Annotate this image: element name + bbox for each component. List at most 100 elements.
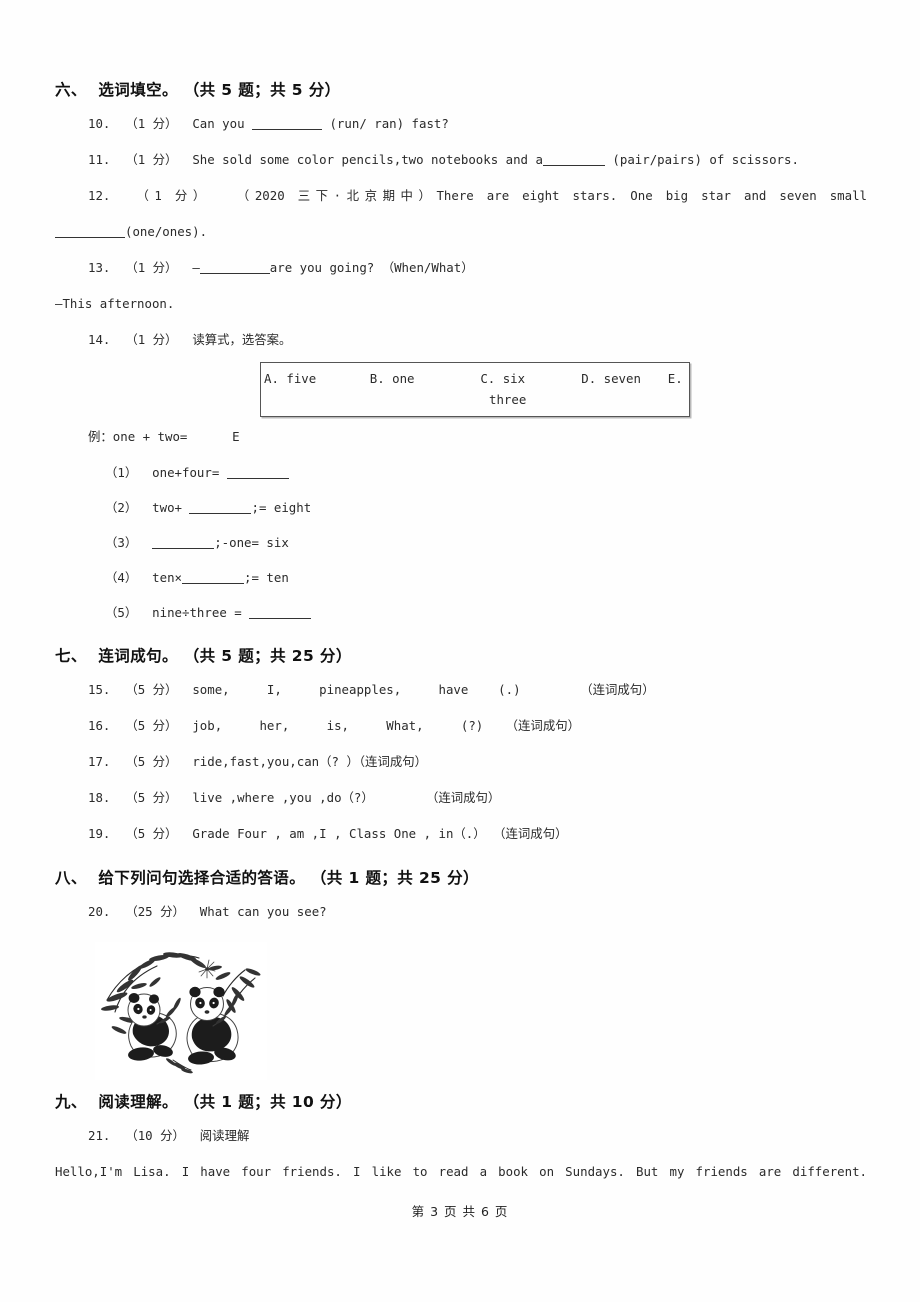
question-13-text-after: are you going? （When/What） xyxy=(269,260,474,275)
question-12-points: （1 分） xyxy=(136,188,211,203)
question-19-number: 19. xyxy=(88,826,111,841)
answer-blank[interactable] xyxy=(189,500,252,514)
question-12-line2-text: (one/ones). xyxy=(125,224,208,239)
question-17-number: 17. xyxy=(88,754,111,769)
subquestion-1-label: （1） xyxy=(105,465,138,480)
option-b[interactable]: B. one xyxy=(370,368,481,389)
question-14: 14. （1 分） 读算式，选答案。 xyxy=(55,322,867,358)
question-17: 17. （5 分） ride,fast,you,can（? ）（连词成句） xyxy=(55,744,867,780)
question-12-number: 12. xyxy=(88,188,111,203)
question-13-points: （1 分） xyxy=(125,260,178,275)
question-21-points: （10 分） xyxy=(125,1128,185,1143)
option-d[interactable]: D. seven xyxy=(581,368,668,389)
section-heading-seven: 七、 连词成句。 （共 5 题；共 25 分） xyxy=(55,647,352,665)
subquestion-2-before: two+ xyxy=(144,500,190,515)
question-20-points: （25 分） xyxy=(125,904,185,919)
option-a[interactable]: A. five xyxy=(264,368,370,389)
question-20-number: 20. xyxy=(88,904,111,919)
question-13: 13. （1 分） — are you going? （When/What） xyxy=(55,250,867,286)
reading-passage: Hello,I'm Lisa. I have four friends. I l… xyxy=(55,1164,867,1179)
subquestion-5-label: （5） xyxy=(105,605,138,620)
question-19-points: （5 分） xyxy=(125,826,178,841)
subquestion-3-label: （3） xyxy=(105,535,138,550)
question-18: 18. （5 分） live ,where ,you ,do（?） （连词成句） xyxy=(55,780,867,816)
question-11-text-after: (pair/pairs) of scissors. xyxy=(604,152,799,167)
question-10-text-after: (run/ ran) fast? xyxy=(322,116,449,131)
question-12-tag: （2020 三下·北京期中） xyxy=(236,188,437,203)
subquestion-4-after: ;= ten xyxy=(244,570,289,585)
question-11-points: （1 分） xyxy=(125,152,178,167)
question-14-number: 14. xyxy=(88,332,111,347)
question-16-points: （5 分） xyxy=(125,718,178,733)
page-content: 六、 选词填空。 （共 5 题；共 5 分） 10. （1 分） Can you… xyxy=(55,78,867,1190)
question-14-points: （1 分） xyxy=(125,332,178,347)
answer-blank[interactable] xyxy=(252,116,323,130)
question-13-dash: — xyxy=(192,260,200,275)
question-18-words: live ,where ,you ,do（?） xyxy=(192,790,374,805)
question-17-instruction: （连词成句） xyxy=(358,754,428,769)
subquestion-2-label: （2） xyxy=(105,500,138,515)
panda-bamboo-drawing xyxy=(95,942,267,1080)
question-12-line2: (one/ones). xyxy=(55,214,867,250)
question-21: 21. （10 分） 阅读理解 xyxy=(55,1118,867,1154)
option-c[interactable]: C. six xyxy=(480,368,581,389)
page-footer: 第 3 页 共 6 页 xyxy=(411,1204,509,1219)
question-15-number: 15. xyxy=(88,682,111,697)
options-row-2: three xyxy=(489,392,527,407)
subquestion-2: （2） two+ ;= eight xyxy=(55,490,867,525)
question-21-number: 21. xyxy=(88,1128,111,1143)
subquestion-3: （3） ;-one= six xyxy=(55,525,867,560)
question-10-number: 10. xyxy=(88,116,111,131)
subquestion-5: （5） nine÷three = xyxy=(55,595,867,630)
subquestion-1-before: one+four= xyxy=(144,465,227,480)
answer-blank[interactable] xyxy=(182,570,245,584)
question-18-points: （5 分） xyxy=(125,790,178,805)
answer-blank[interactable] xyxy=(199,260,270,274)
option-e[interactable]: E. xyxy=(668,368,687,389)
question-15: 15. （5 分） some, I, pineapples, have (.) … xyxy=(55,672,867,708)
question-13-answer-line: —This afternoon. xyxy=(55,296,175,311)
subquestion-3-before xyxy=(145,535,152,550)
answer-blank[interactable] xyxy=(249,605,312,619)
question-16-number: 16. xyxy=(88,718,111,733)
answer-blank[interactable] xyxy=(152,535,215,549)
question-20-text: What can you see? xyxy=(199,904,327,919)
section-heading-nine: 九、 阅读理解。 （共 1 题；共 10 分） xyxy=(55,1093,352,1111)
question-18-instruction: （连词成句） xyxy=(425,790,501,805)
exam-page: 六、 选词填空。 （共 5 题；共 5 分） 10. （1 分） Can you… xyxy=(0,0,920,1302)
subquestion-4-label: （4） xyxy=(105,570,138,585)
question-11-text-before: She sold some color pencils,two notebook… xyxy=(192,152,543,167)
question-16: 16. （5 分） job, her, is, What, (?) （连词成句） xyxy=(55,708,867,744)
question-10: 10. （1 分） Can you (run/ ran) fast? xyxy=(55,106,867,142)
question-19: 19. （5 分） Grade Four , am ,I , Class One… xyxy=(55,816,867,852)
question-12-line1: There are eight stars. One big star and … xyxy=(436,188,868,203)
subquestion-3-after: ;-one= six xyxy=(214,535,289,550)
question-10-points: （1 分） xyxy=(125,116,178,131)
question-21-text: 阅读理解 xyxy=(199,1128,250,1143)
question-19-instruction: （连词成句） xyxy=(493,826,568,841)
question-20: 20. （25 分） What can you see? xyxy=(55,894,867,930)
panda-illustration xyxy=(95,942,267,1080)
options-row-1: A. five B. one C. six D. seven E. xyxy=(264,368,687,389)
section-heading-six: 六、 选词填空。 （共 5 题；共 5 分） xyxy=(55,81,341,99)
question-14-example: 例：one + two= E xyxy=(88,429,240,444)
question-13-number: 13. xyxy=(88,260,111,275)
options-box: A. five B. one C. six D. seven E. three xyxy=(260,362,690,417)
question-18-number: 18. xyxy=(88,790,111,805)
question-10-text-before: Can you xyxy=(192,116,253,131)
question-15-instruction: （连词成句） xyxy=(580,682,655,697)
subquestion-2-after: ;= eight xyxy=(251,500,312,515)
question-11-number: 11. xyxy=(88,152,111,167)
question-16-words: job, her, is, What, (?) xyxy=(192,718,484,733)
subquestion-5-before: nine÷three = xyxy=(144,605,250,620)
answer-blank[interactable] xyxy=(55,224,125,238)
question-17-points: （5 分） xyxy=(125,754,178,769)
answer-blank[interactable] xyxy=(226,465,289,479)
question-15-points: （5 分） xyxy=(125,682,178,697)
answer-blank[interactable] xyxy=(542,152,605,166)
question-14-text: 读算式，选答案。 xyxy=(192,332,292,347)
subquestion-4: （4） ten× ;= ten xyxy=(55,560,867,595)
subquestion-1: （1） one+four= xyxy=(55,455,867,490)
